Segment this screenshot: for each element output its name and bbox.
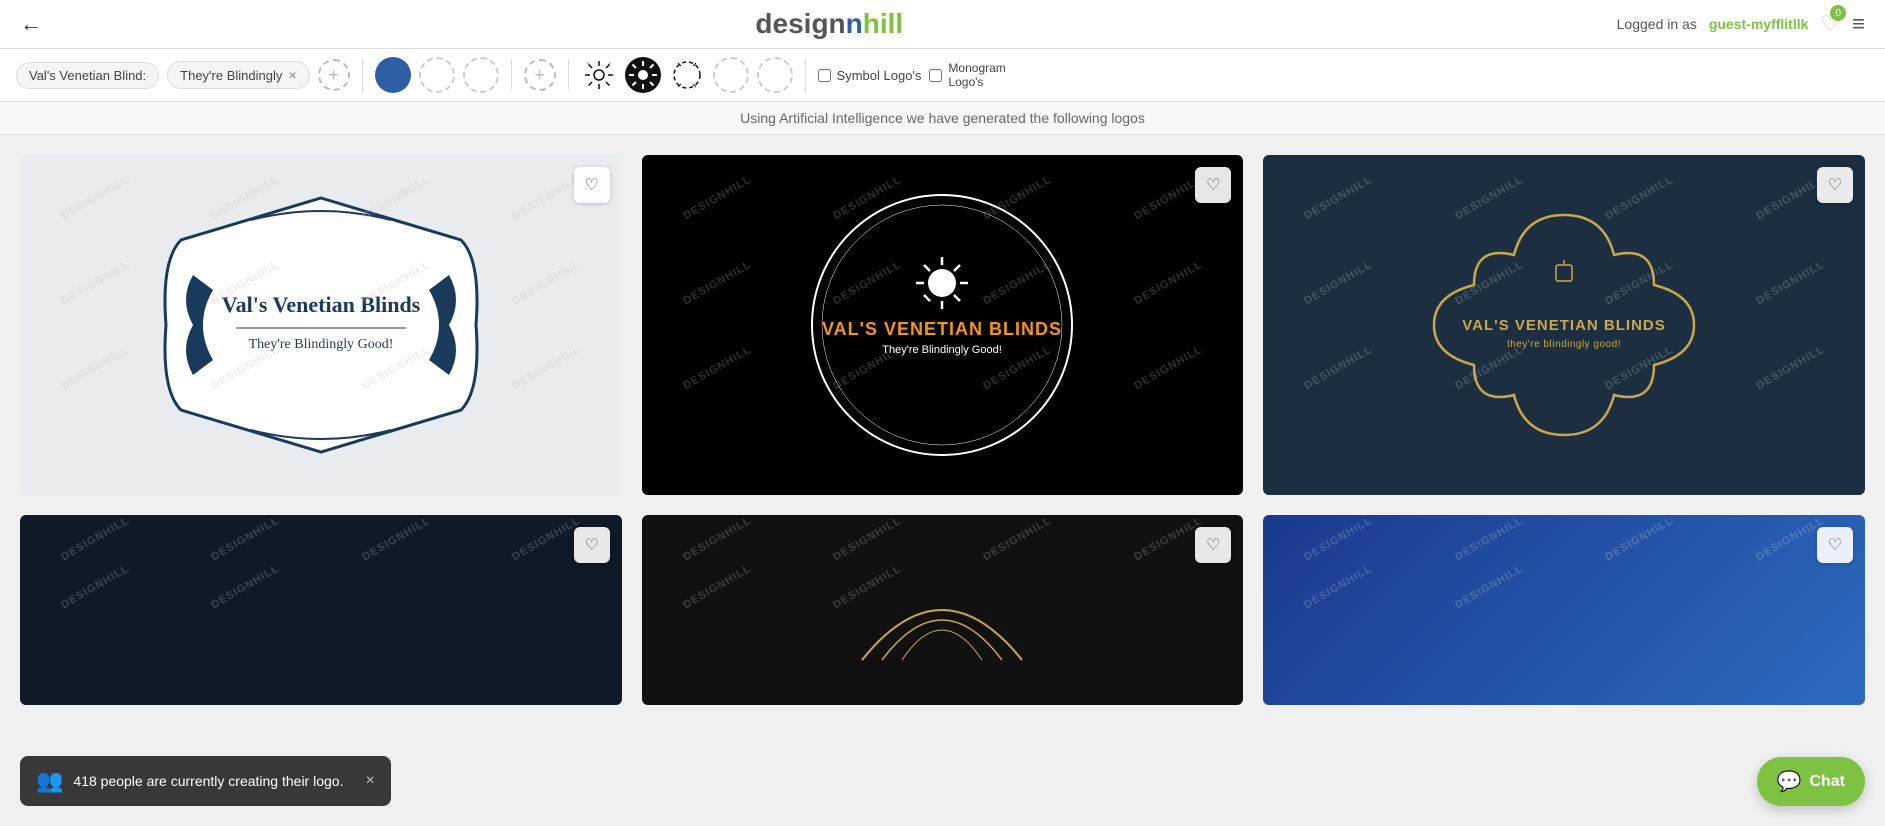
favorite-button-3[interactable]: ♡: [1817, 167, 1853, 203]
color-swatch-empty1[interactable]: [419, 57, 455, 93]
circle-logo-svg: VAL'S VENETIAN BLINDS They're Blindingly…: [792, 175, 1092, 475]
toolbar-divider3: [568, 59, 569, 91]
tab2-remove-button[interactable]: ×: [288, 67, 296, 83]
favorite-button-1[interactable]: ♡: [574, 167, 610, 203]
pattern-swatch-empty2[interactable]: [757, 57, 793, 93]
symbol-logos-checkbox[interactable]: Symbol Logo's: [818, 68, 922, 83]
svg-text:VAL'S VENETIAN BLINDS: VAL'S VENETIAN BLINDS: [1462, 317, 1665, 334]
notification-close-button[interactable]: ×: [365, 772, 374, 790]
notification-icon: 👥: [36, 768, 63, 794]
logo-card-5[interactable]: DESIGNHILL DESIGNHILL DESIGNHILL DESIGNH…: [642, 515, 1244, 705]
header-left: ←: [20, 11, 42, 37]
svg-text:VAL'S VENETIAN BLINDS: VAL'S VENETIAN BLINDS: [823, 319, 1063, 339]
logo-card-6[interactable]: DESIGNHILL DESIGNHILL DESIGNHILL DESIGNH…: [1263, 515, 1865, 705]
toolbar-divider1: [362, 59, 363, 91]
monogram-logos-input[interactable]: [929, 69, 942, 82]
frame-logo-svg: Val's Venetian Blinds They're Blindingly…: [151, 180, 491, 470]
favorite-button-6[interactable]: ♡: [1817, 527, 1853, 563]
pattern-circle-dashed[interactable]: [669, 57, 705, 93]
color-swatch-blue[interactable]: [375, 57, 411, 93]
bottom-logo-5-svg: [842, 540, 1042, 680]
toolbar-divider2: [511, 59, 512, 91]
username[interactable]: guest-myfflitllk: [1709, 16, 1809, 32]
notification-bar: 👥 418 people are currently creating thei…: [20, 756, 391, 806]
favorite-button-2[interactable]: ♡: [1195, 167, 1231, 203]
svg-text:Val's Venetian Blinds: Val's Venetian Blinds: [222, 292, 421, 317]
tab-vals-venetian[interactable]: Val's Venetian Blind:: [16, 62, 159, 89]
pattern-swatch-empty1[interactable]: [713, 57, 749, 93]
svg-text:they're blindingly good!: they're blindingly good!: [1507, 339, 1621, 350]
back-button[interactable]: ←: [20, 11, 42, 37]
favorites-button[interactable]: ♡ 0: [1820, 11, 1840, 37]
clover-logo-svg: VAL'S VENETIAN BLINDS they're blindingly…: [1394, 175, 1734, 475]
ai-text-bar: Using Artificial Intelligence we have ge…: [0, 102, 1885, 135]
pattern-sun-outline[interactable]: [581, 57, 617, 93]
chat-label: Chat: [1809, 773, 1845, 791]
logo-card-3[interactable]: VAL'S VENETIAN BLINDS they're blindingly…: [1263, 155, 1865, 495]
chat-button[interactable]: 💬 Chat: [1757, 757, 1865, 806]
main-content: Val's Venetian Blinds They're Blindingly…: [0, 135, 1885, 725]
header: ← designnhill Logged in as guest-myfflit…: [0, 0, 1885, 49]
watermark-overlay-6: DESIGNHILL DESIGNHILL DESIGNHILL DESIGNH…: [1263, 515, 1865, 705]
svg-text:They're Blindingly Good!: They're Blindingly Good!: [248, 337, 393, 352]
symbol-logos-input[interactable]: [818, 69, 831, 82]
logged-in-label: Logged in as: [1617, 16, 1697, 32]
pattern-sun-bold[interactable]: [625, 57, 661, 93]
watermark-overlay-4: DESIGNHILL DESIGNHILL DESIGNHILL DESIGNH…: [20, 515, 622, 705]
add-color-button[interactable]: +: [524, 59, 556, 91]
favorite-button-4[interactable]: ♡: [574, 527, 610, 563]
logo-card-2[interactable]: VAL'S VENETIAN BLINDS They're Blindingly…: [642, 155, 1244, 495]
add-text-button[interactable]: +: [318, 59, 350, 91]
tab2-label: They're Blindingly: [180, 68, 282, 83]
header-right: Logged in as guest-myfflitllk ♡ 0 ≡: [1617, 11, 1865, 37]
monogram-logos-label: Monogram Logo's: [948, 61, 1005, 90]
favorite-button-5[interactable]: ♡: [1195, 527, 1231, 563]
tab-theyre-blindingly[interactable]: They're Blindingly ×: [167, 61, 309, 89]
logo-card-4[interactable]: DESIGNHILL DESIGNHILL DESIGNHILL DESIGNH…: [20, 515, 622, 705]
site-logo: designnhill: [755, 8, 903, 40]
monogram-logos-checkbox[interactable]: Monogram Logo's: [929, 61, 1005, 90]
logo-design-text: design: [755, 8, 845, 39]
logo-dot: n: [846, 8, 863, 39]
chat-icon: 💬: [1777, 769, 1802, 794]
notification-text: 418 people are currently creating their …: [73, 773, 343, 789]
favorites-count: 0: [1830, 5, 1846, 21]
color-swatch-empty2[interactable]: [463, 57, 499, 93]
tab1-label: Val's Venetian Blind:: [29, 68, 146, 83]
logo-hill-text: hill: [863, 8, 903, 39]
svg-text:They're Blindingly Good!: They're Blindingly Good!: [883, 344, 1003, 356]
toolbar: Val's Venetian Blind: They're Blindingly…: [0, 49, 1885, 102]
logo-grid: Val's Venetian Blinds They're Blindingly…: [20, 155, 1865, 705]
logo-card-1[interactable]: Val's Venetian Blinds They're Blindingly…: [20, 155, 622, 495]
toolbar-divider4: [805, 59, 806, 91]
menu-button[interactable]: ≡: [1852, 11, 1865, 37]
